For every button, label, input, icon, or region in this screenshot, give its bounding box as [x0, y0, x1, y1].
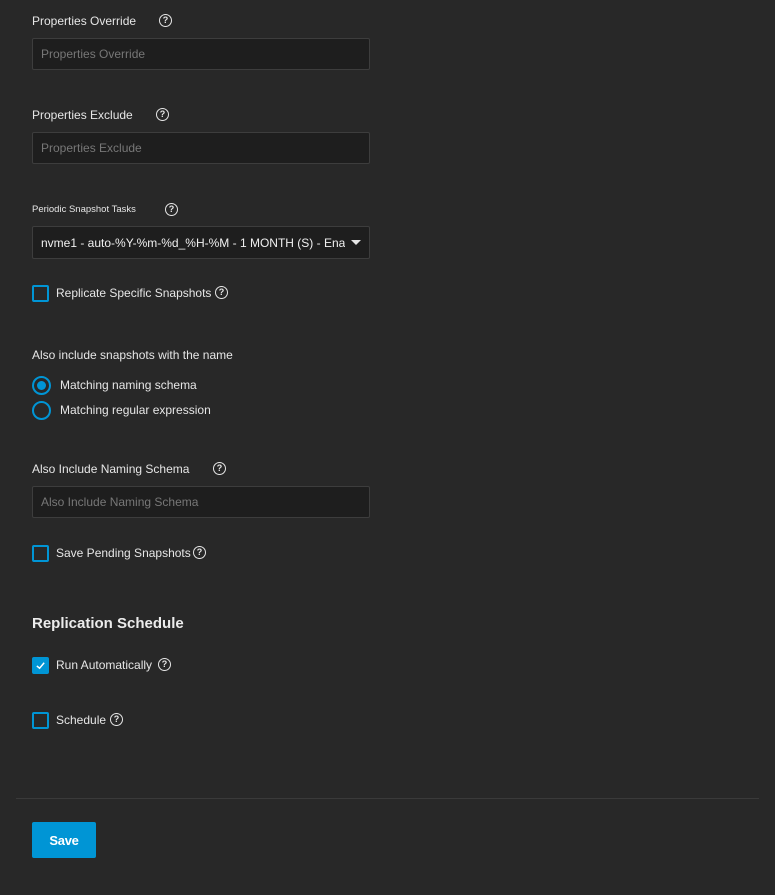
radio-matching-naming-schema[interactable] [32, 376, 51, 395]
replication-schedule-title: Replication Schedule [32, 615, 184, 632]
properties-exclude-input[interactable] [32, 132, 370, 164]
properties-override-input[interactable] [32, 38, 370, 70]
help-icon[interactable]: ? [158, 658, 171, 671]
periodic-snapshot-tasks-label: Periodic Snapshot Tasks [32, 204, 136, 215]
periodic-snapshot-tasks-value: nvme1 - auto-%Y-%m-%d_%H-%M - 1 MONTH (S… [41, 235, 345, 250]
help-icon[interactable]: ? [215, 286, 228, 299]
help-icon[interactable]: ? [193, 546, 206, 559]
matching-naming-schema-label: Matching naming schema [60, 378, 197, 392]
checkmark-icon [36, 662, 45, 670]
also-include-group-label: Also include snapshots with the name [32, 348, 233, 362]
radio-selected-dot [37, 381, 46, 390]
properties-override-label: Properties Override [32, 14, 137, 28]
help-icon[interactable]: ? [110, 713, 123, 726]
properties-exclude-label: Properties Exclude [32, 108, 133, 122]
run-automatically-checkbox[interactable] [32, 657, 49, 674]
replicate-specific-snapshots-checkbox[interactable] [32, 285, 49, 302]
schedule-label: Schedule [56, 713, 107, 727]
save-pending-snapshots-label: Save Pending Snapshots [56, 546, 191, 560]
help-icon[interactable]: ? [165, 203, 178, 216]
save-button[interactable]: Save [32, 822, 96, 858]
help-icon[interactable]: ? [159, 14, 172, 27]
matching-regular-expression-label: Matching regular expression [60, 403, 211, 417]
also-include-naming-schema-label: Also Include Naming Schema [32, 462, 190, 476]
form-divider [16, 798, 759, 799]
radio-matching-regular-expression[interactable] [32, 401, 51, 420]
help-icon[interactable]: ? [213, 462, 226, 475]
dropdown-arrow-icon [351, 240, 361, 245]
run-automatically-label: Run Automatically [56, 658, 153, 672]
help-icon[interactable]: ? [156, 108, 169, 121]
save-pending-snapshots-checkbox[interactable] [32, 545, 49, 562]
also-include-naming-schema-input[interactable] [32, 486, 370, 518]
schedule-checkbox[interactable] [32, 712, 49, 729]
replication-form: Properties Override ? Properties Exclude… [0, 0, 775, 895]
periodic-snapshot-tasks-select[interactable]: nvme1 - auto-%Y-%m-%d_%H-%M - 1 MONTH (S… [32, 226, 370, 259]
replicate-specific-snapshots-label: Replicate Specific Snapshots [56, 286, 212, 300]
